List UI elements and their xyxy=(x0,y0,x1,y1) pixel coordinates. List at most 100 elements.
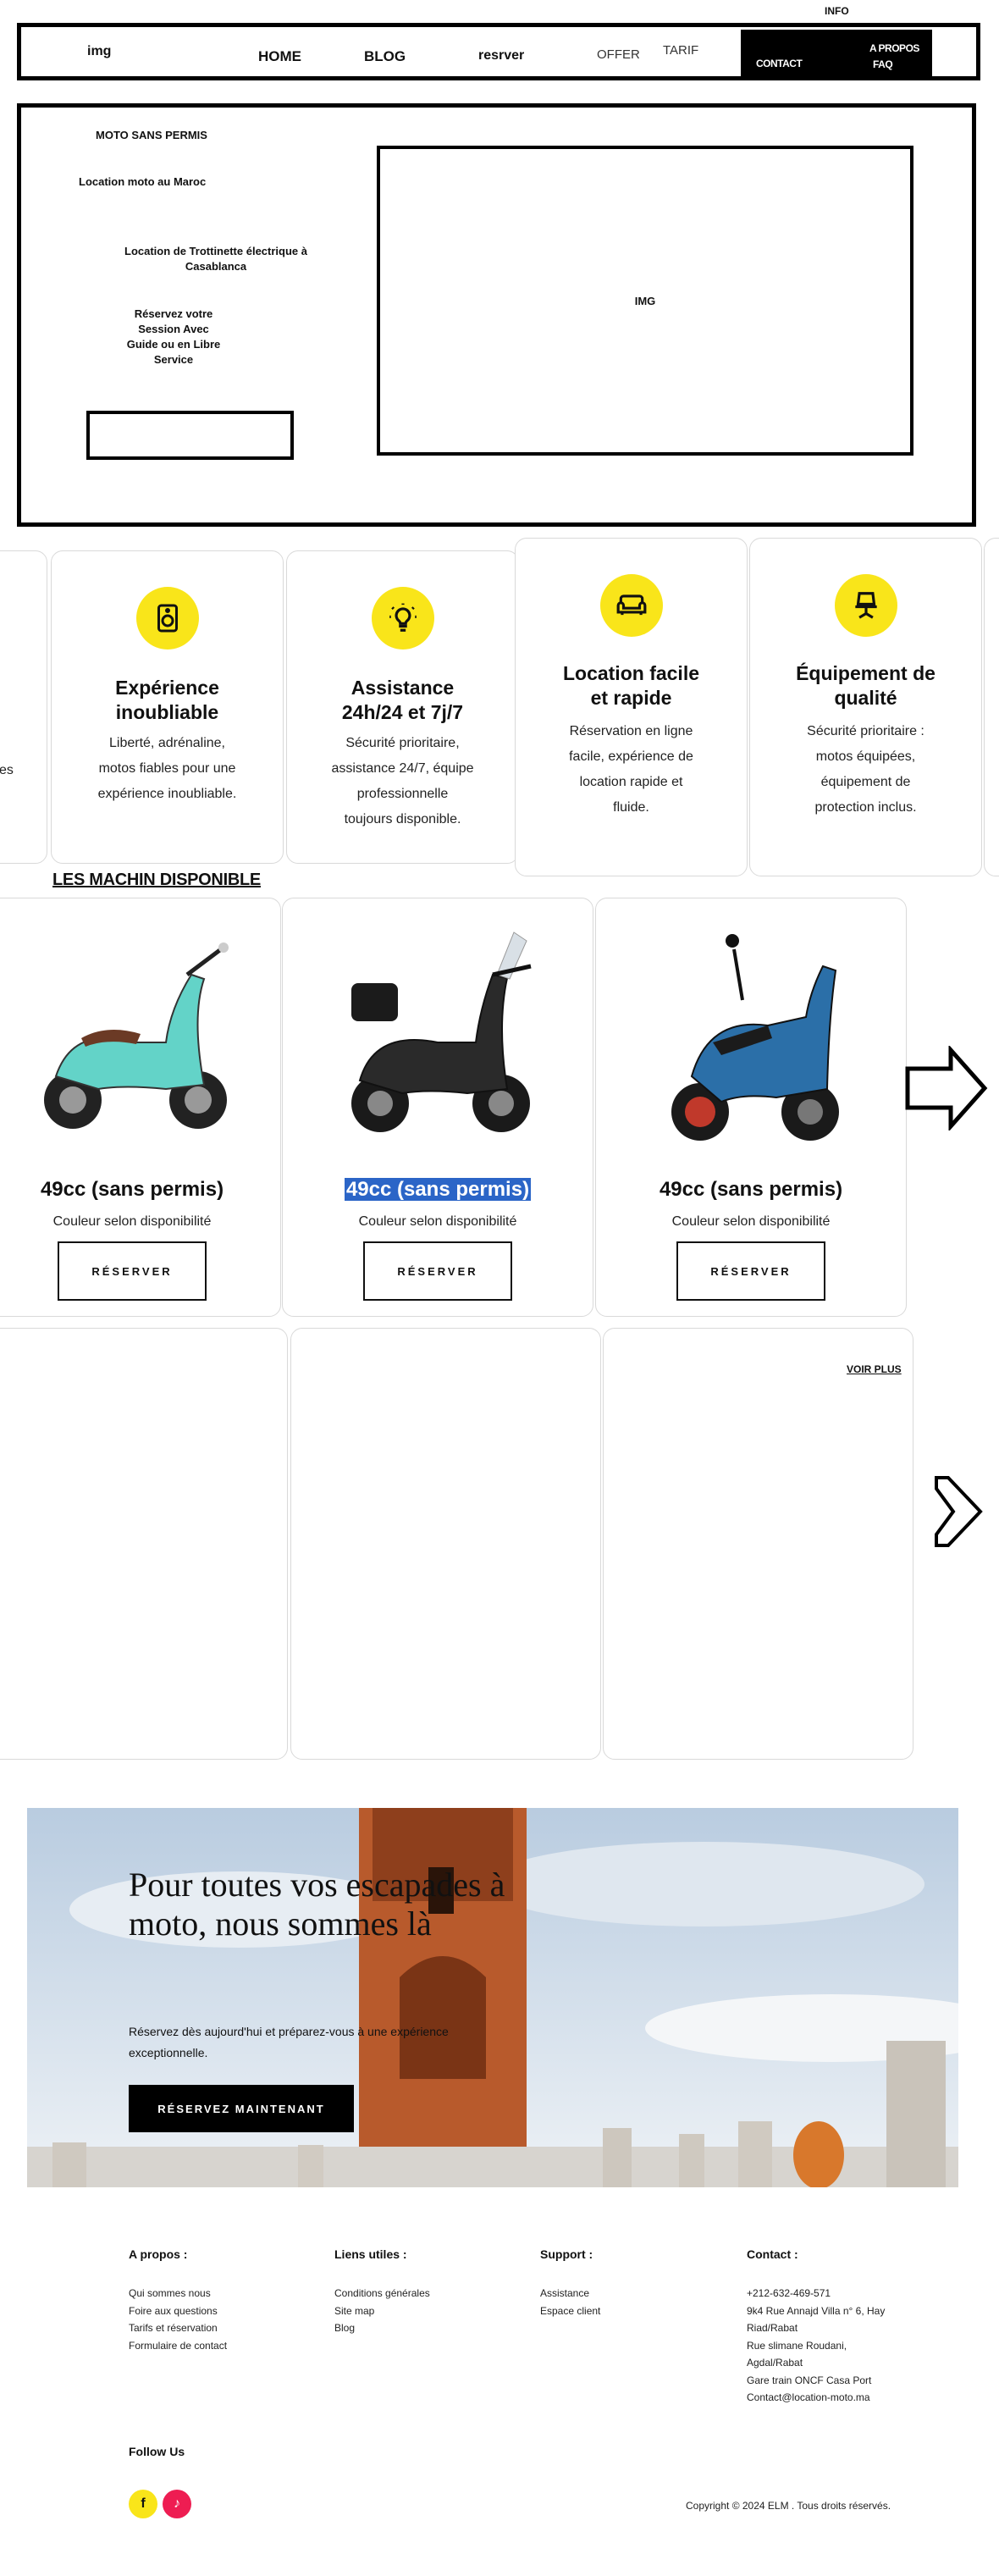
desk-chair-icon xyxy=(834,574,897,637)
feature-desc-2: facile, expérience de xyxy=(569,749,693,764)
feature-desc-2: motos équipées, xyxy=(815,749,916,764)
reserve-button[interactable]: RÉSERVER xyxy=(58,1241,207,1301)
contact-address: 9k4 Rue Annajd Villa n° 6, Hay xyxy=(747,2304,886,2317)
moto-name: 49cc (sans permis) xyxy=(659,1178,843,1201)
feature-title-1: Assistance xyxy=(350,677,455,699)
footer-useful: Liens utiles : Conditions générales Site… xyxy=(334,2247,529,2337)
feature-card-partial-left: es xyxy=(0,550,47,864)
feature-desc-2: assistance 24/7, équipe xyxy=(331,761,474,776)
speaker-icon xyxy=(135,587,199,650)
feature-desc-3: location rapide et xyxy=(579,775,683,789)
footer-link[interactable]: Blog xyxy=(334,2319,529,2337)
feature-card: Expérience inoubliable Liberté, adrénali… xyxy=(51,550,284,864)
footer-link[interactable]: Tarifs et réservation xyxy=(129,2319,323,2337)
contact-email[interactable]: Contact@location-moto.ma xyxy=(747,2389,941,2407)
footer-support: Support : Assistance Espace client xyxy=(540,2247,735,2319)
nav-tarif[interactable]: TARIF xyxy=(663,43,698,58)
feature-desc-3: expérience inoubliable. xyxy=(97,787,237,801)
footer-contact: Contact : +212-632-469-571 9k4 Rue Annaj… xyxy=(747,2247,941,2407)
banner-description: Réservez dès aujourd'hui et préparez-vou… xyxy=(129,2025,449,2059)
feature-card: Assistance 24h/24 et 7j/7 Sécurité prior… xyxy=(286,550,519,864)
moto-subtitle: Couleur selon disponibilité xyxy=(52,1214,212,1229)
footer-about-title: A propos : xyxy=(129,2247,188,2261)
moto-subtitle: Couleur selon disponibilité xyxy=(358,1214,517,1229)
feature-card: Location facile et rapide Réservation en… xyxy=(515,538,748,876)
feature-desc-1: Sécurité prioritaire, xyxy=(345,736,460,750)
empty-card xyxy=(0,1328,288,1760)
hero-empty-button[interactable] xyxy=(86,411,294,460)
feature-desc-3: professionnelle xyxy=(356,787,449,801)
nav-contact[interactable]: CONTACT xyxy=(756,58,803,69)
feature-title-1: Équipement de xyxy=(796,662,936,684)
contact-address: Riad/Rabat xyxy=(747,2322,798,2334)
nav-home[interactable]: HOME xyxy=(258,48,301,65)
feature-title-1: Location facile xyxy=(562,662,700,684)
reserve-button[interactable]: RÉSERVER xyxy=(363,1241,512,1301)
sofa-icon xyxy=(599,574,663,637)
moto-card: 49cc (sans permis) Couleur selon disponi… xyxy=(0,898,281,1317)
voir-plus-link[interactable]: VOIR PLUS xyxy=(847,1363,902,1375)
footer-about: A propos : Qui sommes nous Foire aux que… xyxy=(129,2247,323,2354)
moto-name: 49cc (sans permis) xyxy=(40,1178,224,1201)
logo-placeholder[interactable]: img xyxy=(87,44,111,59)
feature-desc-1: Liberté, adrénaline, xyxy=(109,736,225,750)
moto-card: 49cc (sans permis) Couleur selon disponi… xyxy=(595,898,907,1317)
tiktok-icon[interactable]: ♪ xyxy=(163,2490,191,2518)
moto-name-highlighted: 49cc (sans permis) xyxy=(283,1178,593,1202)
empty-card xyxy=(290,1328,601,1760)
hero-section: MOTO SANS PERMIS Location moto au Maroc … xyxy=(17,103,976,527)
feature-title-1: Expérience xyxy=(115,677,219,699)
follow-us-label: Follow Us xyxy=(129,2445,185,2458)
footer-contact-title: Contact : xyxy=(747,2247,798,2261)
empty-card xyxy=(603,1328,913,1760)
moto-name-selection: 49cc (sans permis) xyxy=(344,1178,532,1201)
lightbulb-icon xyxy=(371,587,434,650)
info-label: INFO xyxy=(825,5,849,17)
reserve-now-button[interactable]: RÉSERVEZ MAINTENANT xyxy=(129,2085,354,2132)
feature-title-2: qualité xyxy=(834,687,897,709)
feature-title-2: 24h/24 et 7j/7 xyxy=(341,701,464,723)
scooter-image xyxy=(671,934,839,1141)
feature-desc-1: Réservation en ligne xyxy=(569,724,693,738)
nav-blog[interactable]: BLOG xyxy=(364,48,406,65)
contact-address: Gare train ONCF Casa Port xyxy=(747,2374,872,2386)
footer-link[interactable]: Espace client xyxy=(540,2302,735,2320)
hero-brand: MOTO SANS PERMIS xyxy=(96,129,207,141)
hero-line-1: Location de Trottinette électrique à xyxy=(124,245,307,257)
footer-link[interactable]: Formulaire de contact xyxy=(129,2337,323,2355)
hero-line-2: Casablanca xyxy=(185,260,247,273)
feature-desc-1: Sécurité prioritaire : xyxy=(807,724,924,738)
feature-desc-3: équipement de xyxy=(820,775,911,789)
nav-apropos[interactable]: A PROPOS xyxy=(869,42,919,54)
footer-link[interactable]: Site map xyxy=(334,2302,529,2320)
feature-desc-4: toujours disponible. xyxy=(344,812,461,826)
footer-link[interactable]: Assistance xyxy=(540,2285,735,2302)
footer-link[interactable]: Foire aux questions xyxy=(129,2302,323,2320)
feature-card-partial-right xyxy=(984,538,999,876)
nav-faq[interactable]: FAQ xyxy=(873,58,893,70)
hero-image-label: IMG xyxy=(634,294,656,307)
hero-subtitle: Location moto au Maroc xyxy=(79,175,207,188)
footer-link[interactable]: Qui sommes nous xyxy=(129,2285,323,2302)
feature-desc-4: fluide. xyxy=(613,800,649,815)
feature-title-2: et rapide xyxy=(590,687,672,709)
footer-support-title: Support : xyxy=(540,2247,593,2261)
nav-reserve[interactable]: resrver xyxy=(478,48,524,64)
feature-card: Équipement de qualité Sécurité prioritai… xyxy=(749,538,982,876)
hero-reserve-3: Guide ou en Libre xyxy=(126,338,221,351)
promo-banner: Pour toutes vos escapades à moto, nous s… xyxy=(27,1808,958,2187)
nav-offer[interactable]: OFFER xyxy=(597,47,640,62)
facebook-icon[interactable]: f xyxy=(129,2490,157,2518)
chevron-arrow-right-icon[interactable] xyxy=(930,1473,985,1550)
copyright: Copyright © 2024 ELM . Tous droits réser… xyxy=(686,2500,891,2512)
arrow-right-icon[interactable] xyxy=(904,1046,989,1130)
feature-partial-text: es xyxy=(0,763,14,777)
contact-phone[interactable]: +212-632-469-571 xyxy=(747,2285,941,2302)
footer-useful-title: Liens utiles : xyxy=(334,2247,407,2261)
reserve-button[interactable]: RÉSERVER xyxy=(676,1241,825,1301)
moto-subtitle: Couleur selon disponibilité xyxy=(671,1214,831,1229)
navbar: img HOME BLOG resrver OFFER TARIF CONTAC… xyxy=(17,23,980,80)
footer-link[interactable]: Conditions générales xyxy=(334,2285,529,2302)
hero-image-placeholder: IMG xyxy=(377,146,913,456)
scooter-image xyxy=(351,931,532,1132)
